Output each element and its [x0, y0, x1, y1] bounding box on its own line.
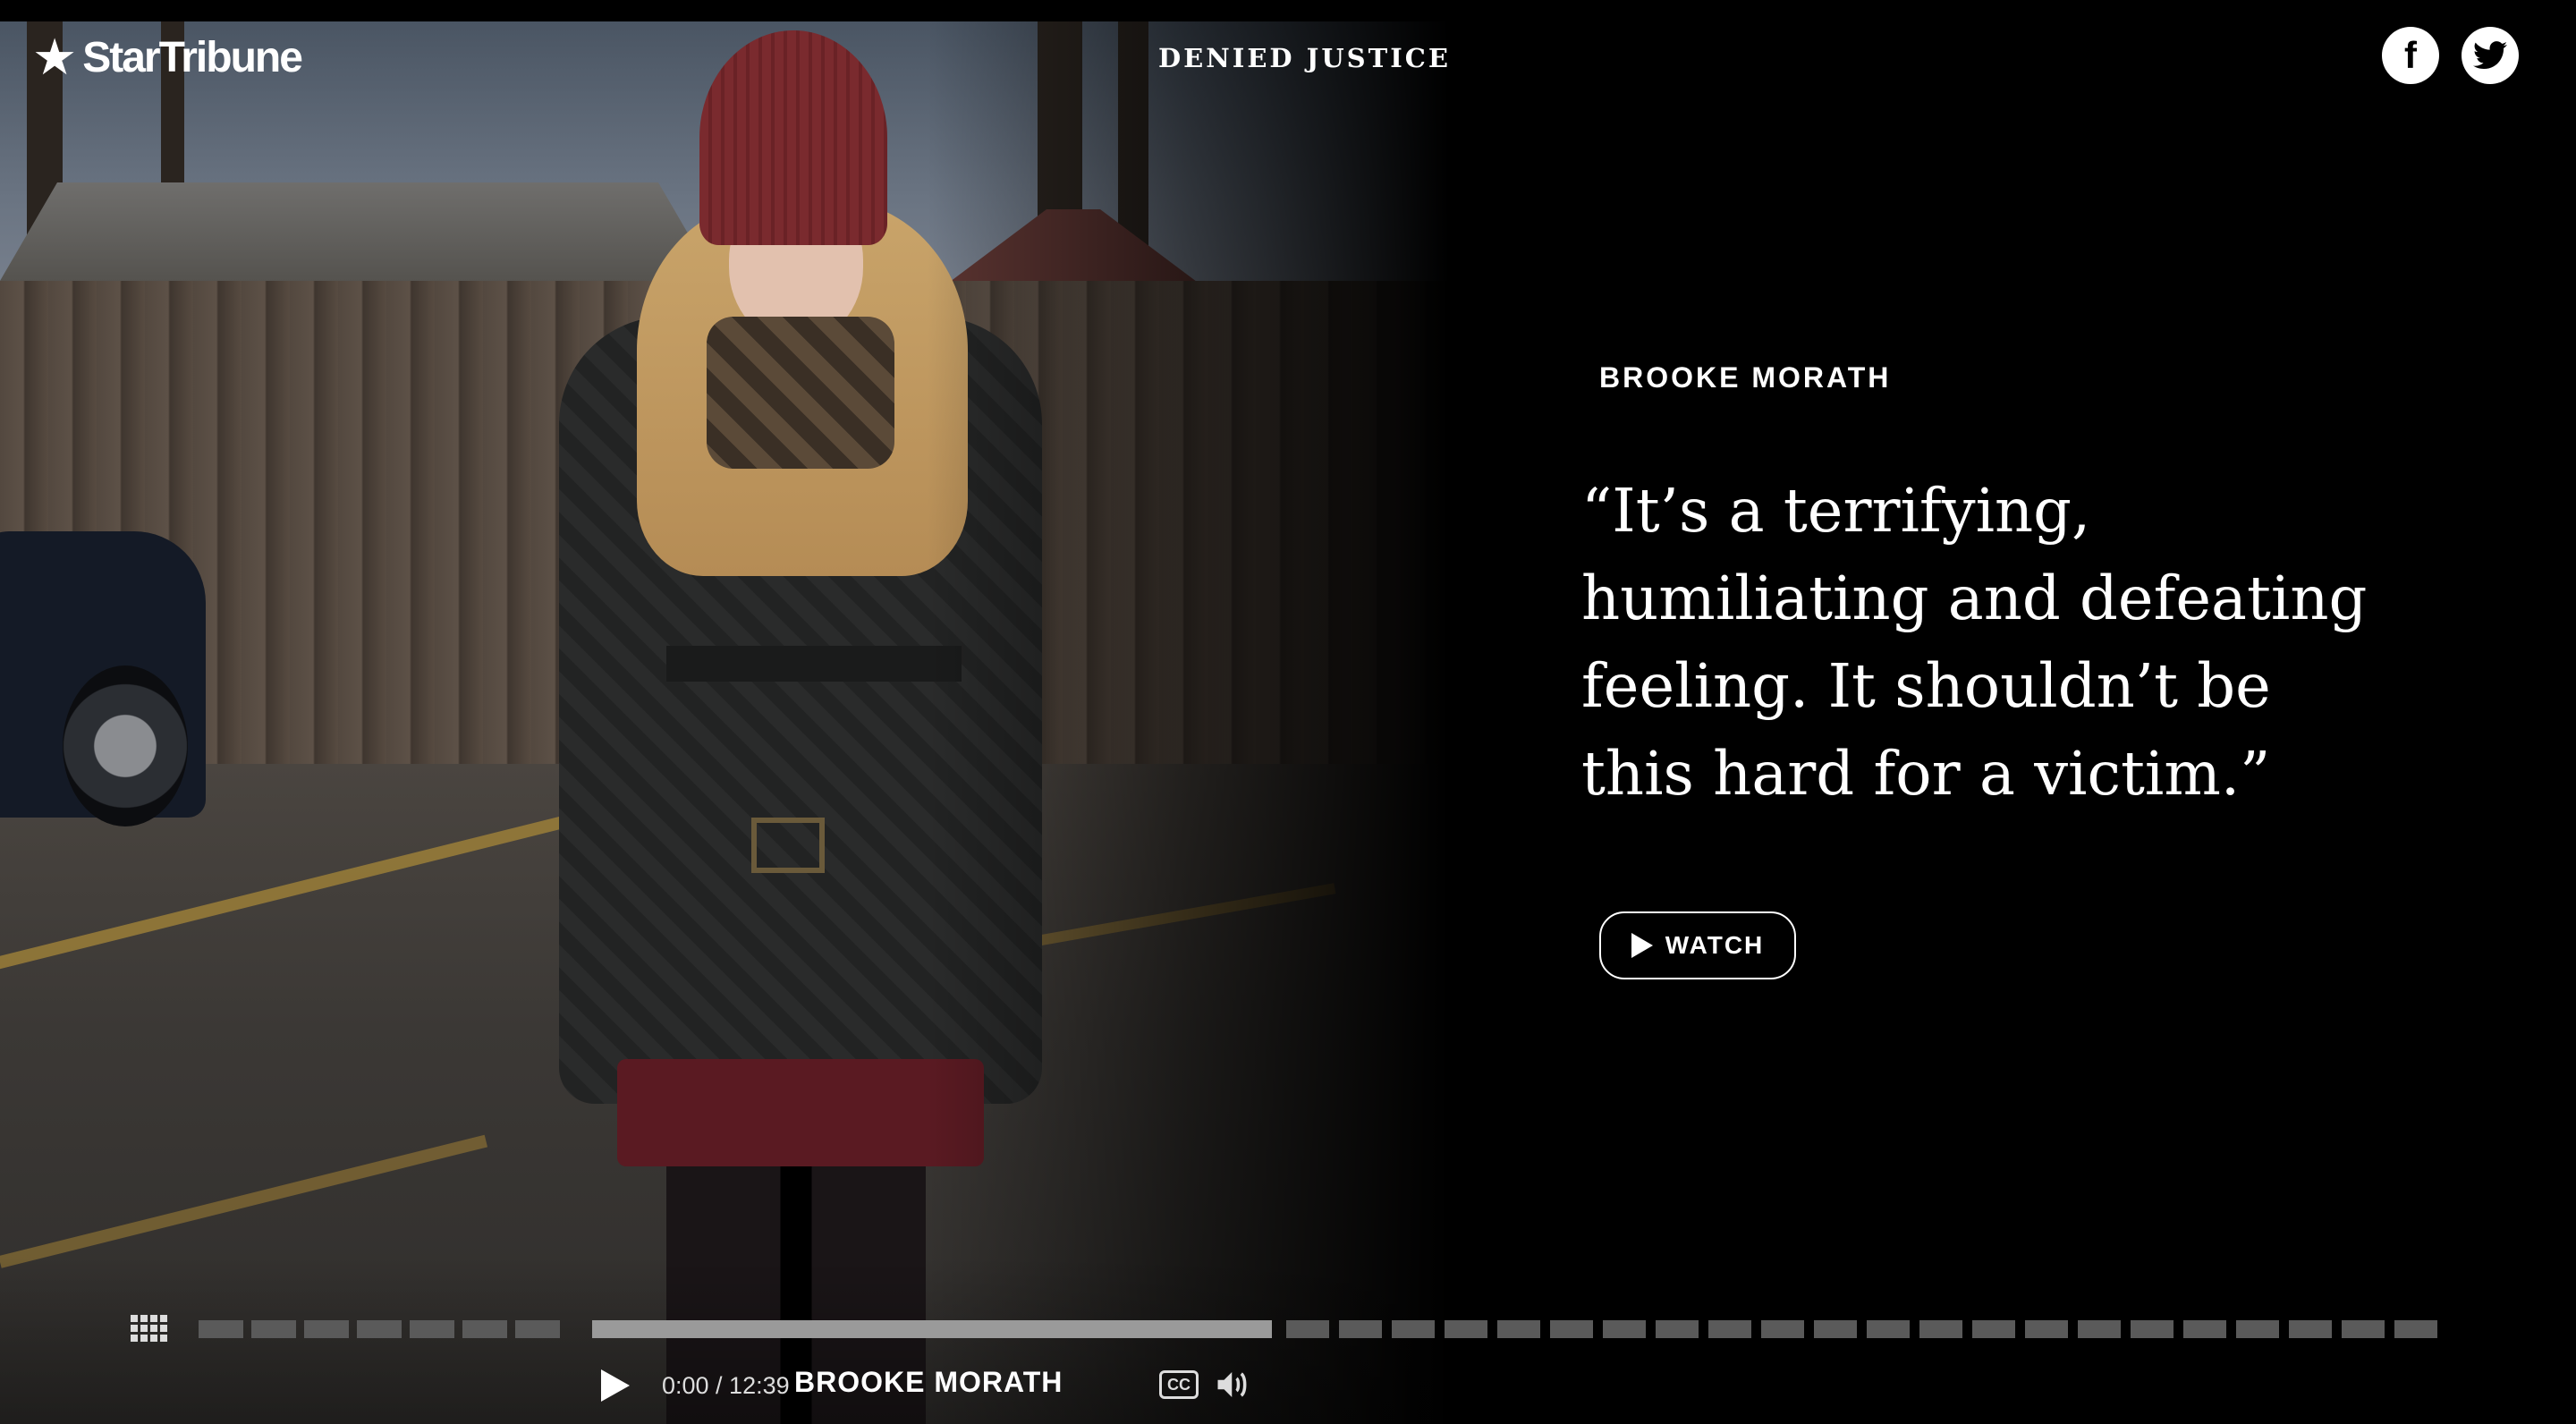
- timeline-segment[interactable]: [2289, 1320, 2332, 1338]
- twitter-share-button[interactable]: [2462, 27, 2519, 84]
- timeline-segment[interactable]: [304, 1320, 349, 1338]
- speaker-name: BROOKE MORATH: [1599, 361, 1892, 394]
- timeline-segment[interactable]: [1497, 1320, 1540, 1338]
- timeline-segment[interactable]: [1814, 1320, 1857, 1338]
- time-display: 0:00 / 12:39: [662, 1371, 790, 1399]
- play-icon: [1631, 933, 1653, 958]
- timeline-segment[interactable]: [1972, 1320, 2015, 1338]
- timeline-segment[interactable]: [410, 1320, 454, 1338]
- timeline-segment[interactable]: [2183, 1320, 2226, 1338]
- timeline-segment[interactable]: [357, 1320, 402, 1338]
- timeline-segment[interactable]: [2394, 1320, 2437, 1338]
- timeline-segment[interactable]: [2342, 1320, 2385, 1338]
- play-button[interactable]: [601, 1369, 630, 1402]
- cc-label: CC: [1167, 1375, 1191, 1394]
- hero-photo: [0, 21, 1449, 1424]
- chapters-grid-button[interactable]: [131, 1315, 168, 1345]
- twitter-icon: [2473, 41, 2507, 70]
- star-icon: ★: [32, 29, 78, 85]
- closed-captions-button[interactable]: CC: [1159, 1370, 1199, 1399]
- timeline-segment[interactable]: [1761, 1320, 1804, 1338]
- timeline-segment[interactable]: [462, 1320, 507, 1338]
- timeline-segment[interactable]: [2236, 1320, 2279, 1338]
- chapter-timeline[interactable]: [199, 1320, 2444, 1338]
- timeline-segment[interactable]: [251, 1320, 296, 1338]
- watch-button[interactable]: WATCH: [1599, 911, 1796, 979]
- startribune-logo[interactable]: ★ StarTribune: [32, 29, 303, 85]
- timeline-segment[interactable]: [1286, 1320, 1329, 1338]
- timeline-segment[interactable]: [1339, 1320, 1382, 1338]
- timeline-segment[interactable]: [1445, 1320, 1487, 1338]
- current-video-title: BROOKE MORATH: [794, 1366, 1063, 1398]
- section-title[interactable]: DENIED JUSTICE: [1158, 43, 1451, 73]
- timeline-segment[interactable]: [592, 1320, 1272, 1338]
- timeline-segment[interactable]: [1656, 1320, 1699, 1338]
- timeline-segment[interactable]: [199, 1320, 243, 1338]
- timeline-segment[interactable]: [1919, 1320, 1962, 1338]
- watch-label: WATCH: [1665, 931, 1765, 959]
- player-controls: 0:00 / 12:39: [601, 1364, 790, 1407]
- timeline-segment[interactable]: [2078, 1320, 2121, 1338]
- logo-text: StarTribune: [82, 33, 303, 81]
- page: ★ StarTribune DENIED JUSTICE f BROOKE MO…: [0, 0, 2576, 1424]
- timeline-segment[interactable]: [2131, 1320, 2174, 1338]
- facebook-icon: f: [2404, 34, 2417, 76]
- timeline-segment[interactable]: [2025, 1320, 2068, 1338]
- timeline-segment[interactable]: [1603, 1320, 1646, 1338]
- timeline-segment[interactable]: [1867, 1320, 1910, 1338]
- timeline-segment[interactable]: [1550, 1320, 1593, 1338]
- timeline-segment[interactable]: [1392, 1320, 1435, 1338]
- pull-quote: “It’s a terrifying, humiliating and defe…: [1581, 476, 2368, 809]
- timeline-segment[interactable]: [515, 1320, 560, 1338]
- timeline-segment[interactable]: [1708, 1320, 1751, 1338]
- volume-icon[interactable]: [1215, 1369, 1252, 1401]
- facebook-share-button[interactable]: f: [2382, 27, 2439, 84]
